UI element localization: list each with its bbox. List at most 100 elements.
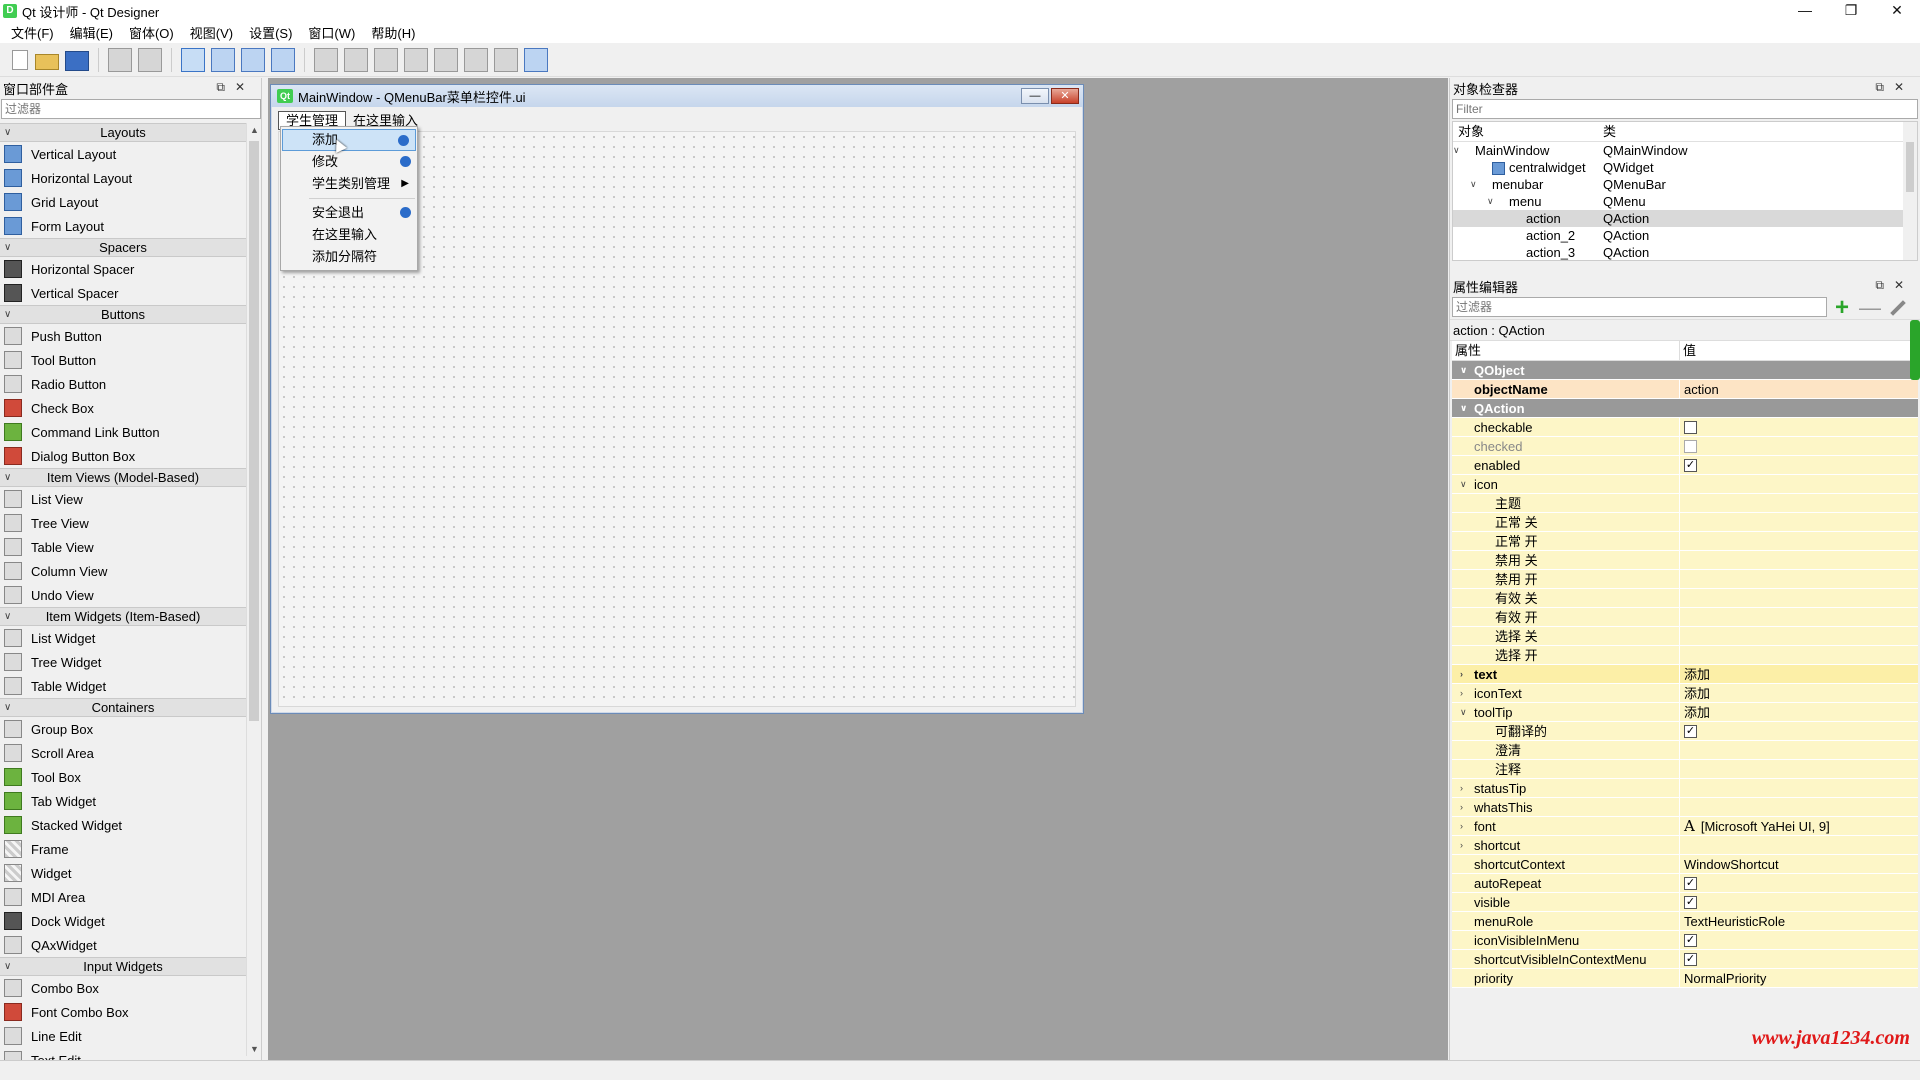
object-tree-row[interactable]: action_3 QAction (1453, 244, 1917, 260)
property-value-cell[interactable]: WindowShortcut (1680, 855, 1918, 873)
widget-item-dock-widget[interactable]: Dock Widget (0, 909, 246, 933)
widget-item-widget[interactable]: Widget (0, 861, 246, 885)
property-row[interactable]: 禁用 开 (1452, 570, 1918, 589)
property-row[interactable]: ∨ QObject (1452, 361, 1918, 380)
object-tree-row[interactable]: ∨ menubar QMenuBar (1453, 176, 1917, 193)
widget-item-dialog-button-box[interactable]: Dialog Button Box (0, 444, 246, 468)
widget-item-tab-widget[interactable]: Tab Widget (0, 789, 246, 813)
dock-float-close-buttons[interactable]: ⧉✕ (1875, 80, 1914, 95)
chevron-down-icon[interactable]: ∨ (1460, 475, 1467, 494)
menu-form[interactable]: 窗体(O) (121, 23, 182, 42)
object-tree-row[interactable]: ∨ menu QMenu (1453, 193, 1917, 210)
chevron-down-icon[interactable]: ∨ (1460, 703, 1467, 722)
property-row[interactable]: 正常 关 (1452, 513, 1918, 532)
checkbox-checked[interactable]: ✓ (1684, 877, 1697, 891)
property-value-cell[interactable] (1680, 741, 1918, 759)
widget-item-scroll-area[interactable]: Scroll Area (0, 741, 246, 765)
property-row[interactable]: 选择 关 (1452, 627, 1918, 646)
property-value-cell[interactable]: 添加 (1680, 684, 1918, 702)
property-row[interactable]: 有效 关 (1452, 589, 1918, 608)
widget-item-line-edit[interactable]: Line Edit (0, 1024, 246, 1048)
popup-menu-item[interactable]: 添加 (282, 129, 416, 151)
property-row[interactable]: › whatsThis (1452, 798, 1918, 817)
property-row[interactable]: autoRepeat ✓ (1452, 874, 1918, 893)
property-row[interactable]: 有效 开 (1452, 608, 1918, 627)
widget-item-tool-box[interactable]: Tool Box (0, 765, 246, 789)
property-value-cell[interactable]: ✓ (1680, 950, 1918, 968)
checkbox-checked[interactable]: ✓ (1684, 896, 1697, 910)
menu-edit[interactable]: 编辑(E) (62, 23, 121, 42)
property-row[interactable]: › font A [Microsoft YaHei UI, 9] (1452, 817, 1918, 836)
widget-item-mdi-area[interactable]: MDI Area (0, 885, 246, 909)
widget-item-list-view[interactable]: List View (0, 487, 246, 511)
property-value-cell[interactable]: ✓ (1680, 931, 1918, 949)
lay-out-horizontally-icon[interactable] (314, 47, 338, 72)
property-value-cell[interactable]: ✓ (1680, 722, 1918, 740)
close-button[interactable]: ✕ (1874, 0, 1920, 22)
category-input-widgets[interactable]: ∨ Input Widgets (0, 957, 246, 976)
widget-item-combo-box[interactable]: Combo Box (0, 976, 246, 1000)
grid-layout-icon[interactable] (434, 47, 458, 72)
menu-settings[interactable]: 设置(S) (241, 23, 300, 42)
lay-out-vertically-icon[interactable] (344, 47, 368, 72)
chevron-right-icon[interactable]: › (1460, 836, 1463, 855)
property-row[interactable]: shortcutContext WindowShortcut (1452, 855, 1918, 874)
menu-view[interactable]: 视图(V) (182, 23, 241, 42)
menu-help[interactable]: 帮助(H) (363, 23, 423, 42)
splitter-horizontal-icon[interactable] (374, 47, 398, 72)
property-value-cell[interactable] (1680, 513, 1918, 531)
widget-item-tree-view[interactable]: Tree View (0, 511, 246, 535)
widget-item-frame[interactable]: Frame (0, 837, 246, 861)
minimize-button[interactable]: — (1782, 0, 1828, 22)
widget-item-vertical-layout[interactable]: Vertical Layout (0, 142, 246, 166)
widget-item-radio-button[interactable]: Radio Button (0, 372, 246, 396)
property-value-cell[interactable] (1680, 494, 1918, 512)
category-item-widgets-item-based[interactable]: ∨ Item Widgets (Item-Based) (0, 607, 246, 626)
property-row[interactable]: 正常 开 (1452, 532, 1918, 551)
popup-menu-item[interactable]: 在这里输入 (281, 224, 417, 246)
dock-float-close-buttons[interactable]: ⧉✕ (216, 80, 255, 95)
property-filter-input[interactable] (1452, 297, 1827, 317)
property-value-cell[interactable]: ✓ (1680, 893, 1918, 911)
property-row[interactable]: › shortcut (1452, 836, 1918, 855)
property-row[interactable]: ∨ QAction (1452, 399, 1918, 418)
popup-menu-item[interactable]: 修改 (281, 151, 417, 173)
widget-item-undo-view[interactable]: Undo View (0, 583, 246, 607)
action-editor-icon[interactable] (400, 156, 411, 167)
widget-item-table-view[interactable]: Table View (0, 535, 246, 559)
property-value-cell[interactable] (1680, 475, 1918, 493)
edit-tab-order-icon[interactable] (271, 47, 295, 72)
open-file-icon[interactable] (35, 54, 59, 70)
add-dynamic-property-icon[interactable]: + (1835, 295, 1849, 319)
column-header-object[interactable]: 对象 (1453, 122, 1603, 141)
property-value-cell[interactable] (1680, 570, 1918, 588)
action-editor-icon[interactable] (398, 135, 409, 146)
object-tree-row[interactable]: centralwidget QWidget (1453, 159, 1917, 176)
property-row[interactable]: › statusTip (1452, 779, 1918, 798)
widget-box-scrollbar[interactable]: ▲ ▼ (246, 123, 261, 1056)
column-header-class[interactable]: 类 (1603, 122, 1616, 141)
category-item-views-model-based[interactable]: ∨ Item Views (Model-Based) (0, 468, 246, 487)
property-row[interactable]: iconVisibleInMenu ✓ (1452, 931, 1918, 950)
widget-item-list-widget[interactable]: List Widget (0, 626, 246, 650)
property-row[interactable]: 选择 开 (1452, 646, 1918, 665)
form-layout-icon[interactable] (464, 47, 488, 72)
widget-item-form-layout[interactable]: Form Layout (0, 214, 246, 238)
chevron-right-icon[interactable]: › (1460, 684, 1463, 703)
send-to-back-icon[interactable] (108, 47, 132, 72)
category-containers[interactable]: ∨ Containers (0, 698, 246, 717)
column-header-value[interactable]: 值 (1680, 341, 1696, 360)
object-inspector-filter-input[interactable] (1452, 99, 1918, 119)
chevron-right-icon[interactable]: › (1460, 817, 1463, 836)
property-row[interactable]: 可翻译的 ✓ (1452, 722, 1918, 741)
popup-menu-item[interactable]: 安全退出 (281, 202, 417, 224)
property-row[interactable]: enabled ✓ (1452, 456, 1918, 475)
property-row[interactable]: ∨ toolTip 添加 (1452, 703, 1918, 722)
menu-window[interactable]: 窗口(W) (300, 23, 363, 42)
object-tree-row[interactable]: action QAction (1453, 210, 1917, 227)
property-row[interactable]: objectName action (1452, 380, 1918, 399)
widget-item-column-view[interactable]: Column View (0, 559, 246, 583)
property-value-cell[interactable]: 添加 (1680, 665, 1918, 683)
property-value-cell[interactable] (1680, 608, 1918, 626)
checkbox-checked[interactable]: ✓ (1684, 934, 1697, 948)
